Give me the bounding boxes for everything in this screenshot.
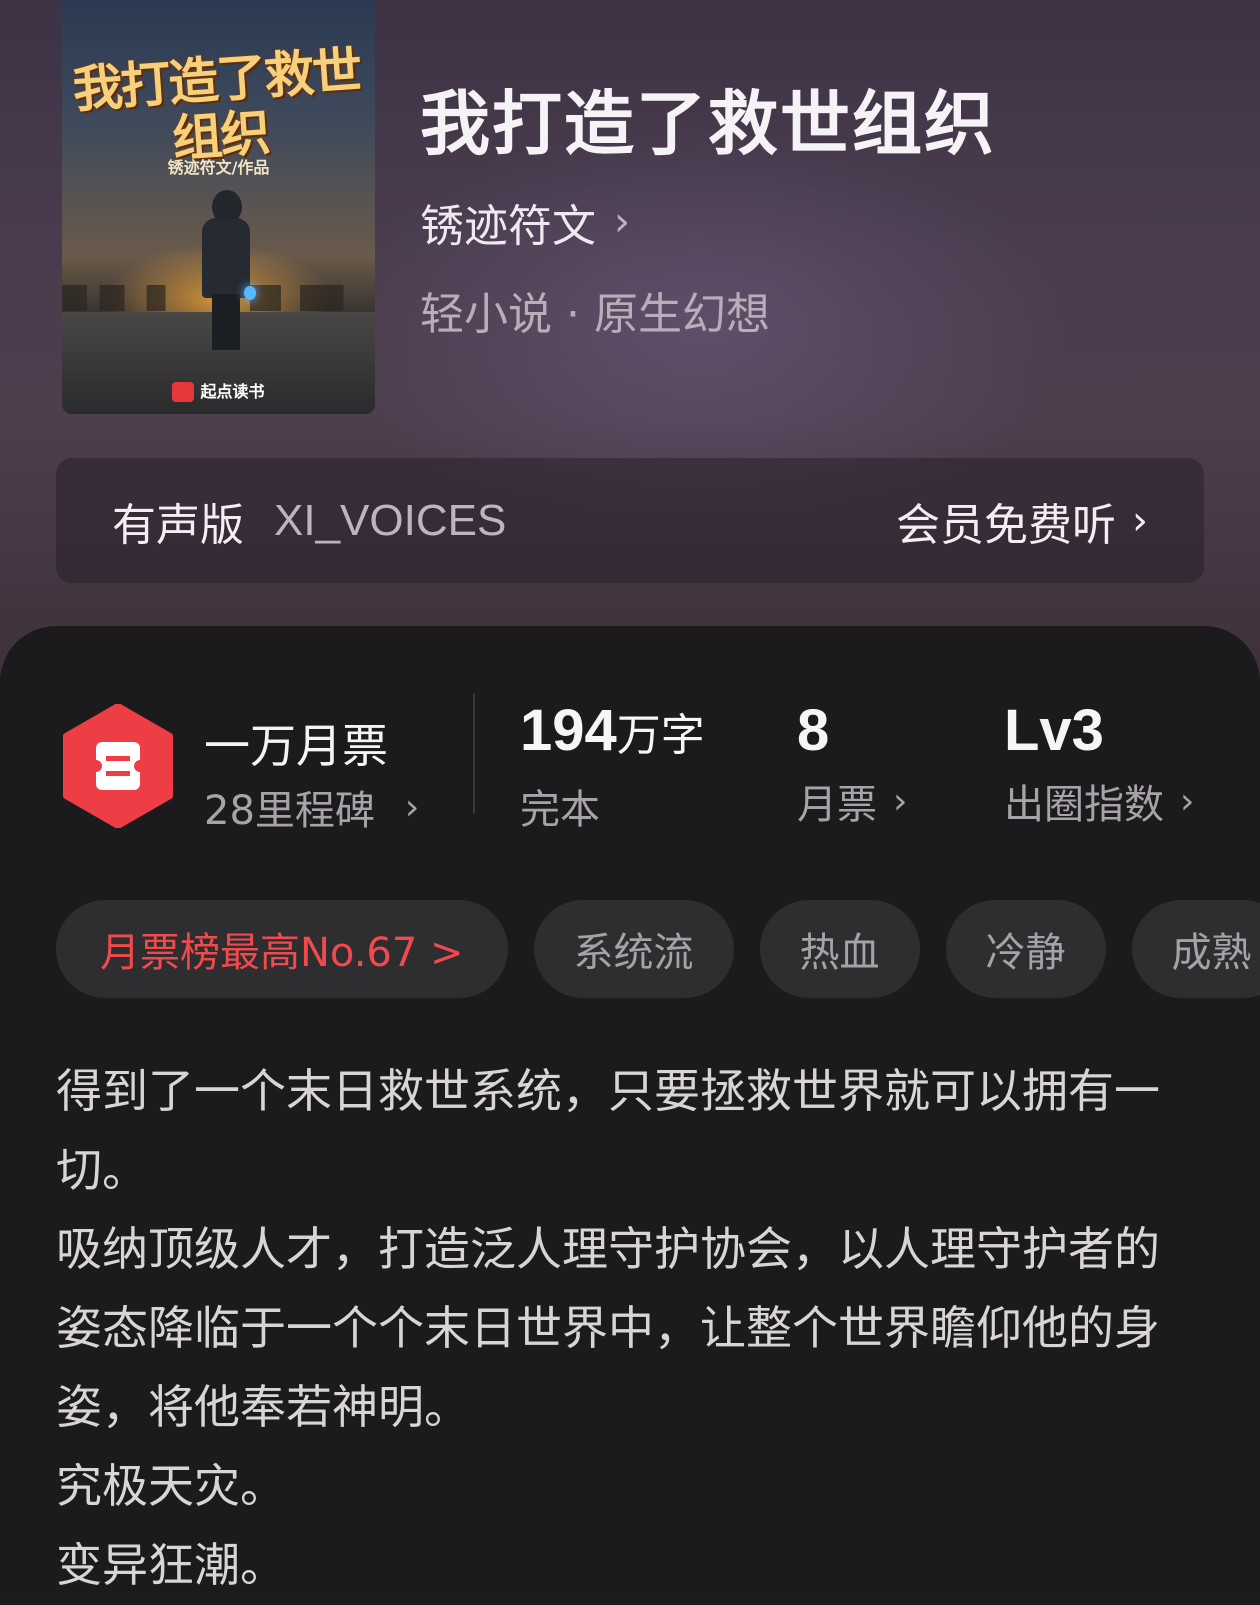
monthly-ticket-stat[interactable]: 8 月票 › <box>797 696 907 830</box>
book-synopsis[interactable]: 得到了一个末日救世系统，只要拯救世界就可以拥有一切。 吸纳顶级人才，打造泛人理守… <box>56 1052 1176 1605</box>
synopsis-paragraph: 吸纳顶级人才，打造泛人理守护协会，以人理守护者的姿态降临于一个个末日世界中，让整… <box>56 1222 1160 1434</box>
rank-tag[interactable]: 月票榜最高No.67 > <box>56 900 508 998</box>
tag-list: 月票榜最高No.67 > 系统流 热血 冷静 成熟 <box>56 900 1260 998</box>
listen-free-button[interactable]: 会员免费听 › <box>896 489 1148 553</box>
ticket-milestone-link[interactable]: 28里程碑 › <box>204 778 419 836</box>
cover-publisher-logo: 起点读书 <box>62 378 375 402</box>
book-cover[interactable]: 我打造了救世组织 锈迹符文/作品 起点读书 <box>62 0 375 414</box>
cover-subtitle: 锈迹符文/作品 <box>167 158 270 177</box>
book-title: 我打造了救世组织 <box>420 82 996 165</box>
tag-chip[interactable]: 成熟 <box>1131 900 1260 998</box>
listen-free-label: 会员免费听 <box>896 499 1116 551</box>
audio-version-bar[interactable]: 有声版 XI_VOICES 会员免费听 › <box>56 458 1204 583</box>
tag-chip[interactable]: 热血 <box>759 900 920 998</box>
chevron-right-icon: › <box>1132 497 1148 544</box>
chevron-right-icon: › <box>614 199 630 245</box>
popularity-index-number: Lv3 <box>1004 698 1104 763</box>
audio-narrator: XI_VOICES <box>274 495 507 545</box>
word-count-stat: 194万字 完本 <box>520 696 705 835</box>
audio-label: 有声版 <box>112 499 244 551</box>
synopsis-paragraph: 得到了一个末日救世系统，只要拯救世界就可以拥有一切。 <box>56 1064 1160 1197</box>
popularity-index-label: 出圈指数 <box>1004 782 1164 828</box>
author-name: 锈迹符文 <box>420 201 596 252</box>
book-genre: 轻小说 · 原生幻想 <box>420 289 770 340</box>
word-count-unit: 万字 <box>616 711 705 760</box>
tag-chip[interactable]: 系统流 <box>533 900 734 998</box>
popularity-index-stat[interactable]: Lv3 出圈指数 › <box>1004 696 1194 830</box>
author-link[interactable]: 锈迹符文 › <box>420 196 630 252</box>
synopsis-paragraph: 变异狂潮。 <box>56 1538 286 1592</box>
tag-chip[interactable]: 冷静 <box>945 900 1106 998</box>
chevron-right-icon: › <box>1180 780 1195 822</box>
chevron-right-icon: › <box>893 780 908 822</box>
synopsis-paragraph: 究极天灾。 <box>56 1459 286 1513</box>
book-header: 我打造了救世组织 锈迹符文/作品 起点读书 我打造了救世组织 锈迹符文 › 轻小… <box>0 0 1260 700</box>
monthly-ticket-number: 8 <box>797 698 830 763</box>
chevron-right-icon: › <box>404 786 420 828</box>
word-count-number: 194 <box>520 698 617 763</box>
word-count-label: 完本 <box>520 787 600 833</box>
cover-figure <box>202 190 256 350</box>
stats-divider <box>473 694 475 814</box>
ticket-milestone-title: 一万月票 <box>204 719 388 773</box>
ticket-milestone-count: 28里程碑 <box>204 788 375 834</box>
ticket-hexagon-icon <box>62 703 174 829</box>
monthly-ticket-label: 月票 <box>797 782 877 828</box>
